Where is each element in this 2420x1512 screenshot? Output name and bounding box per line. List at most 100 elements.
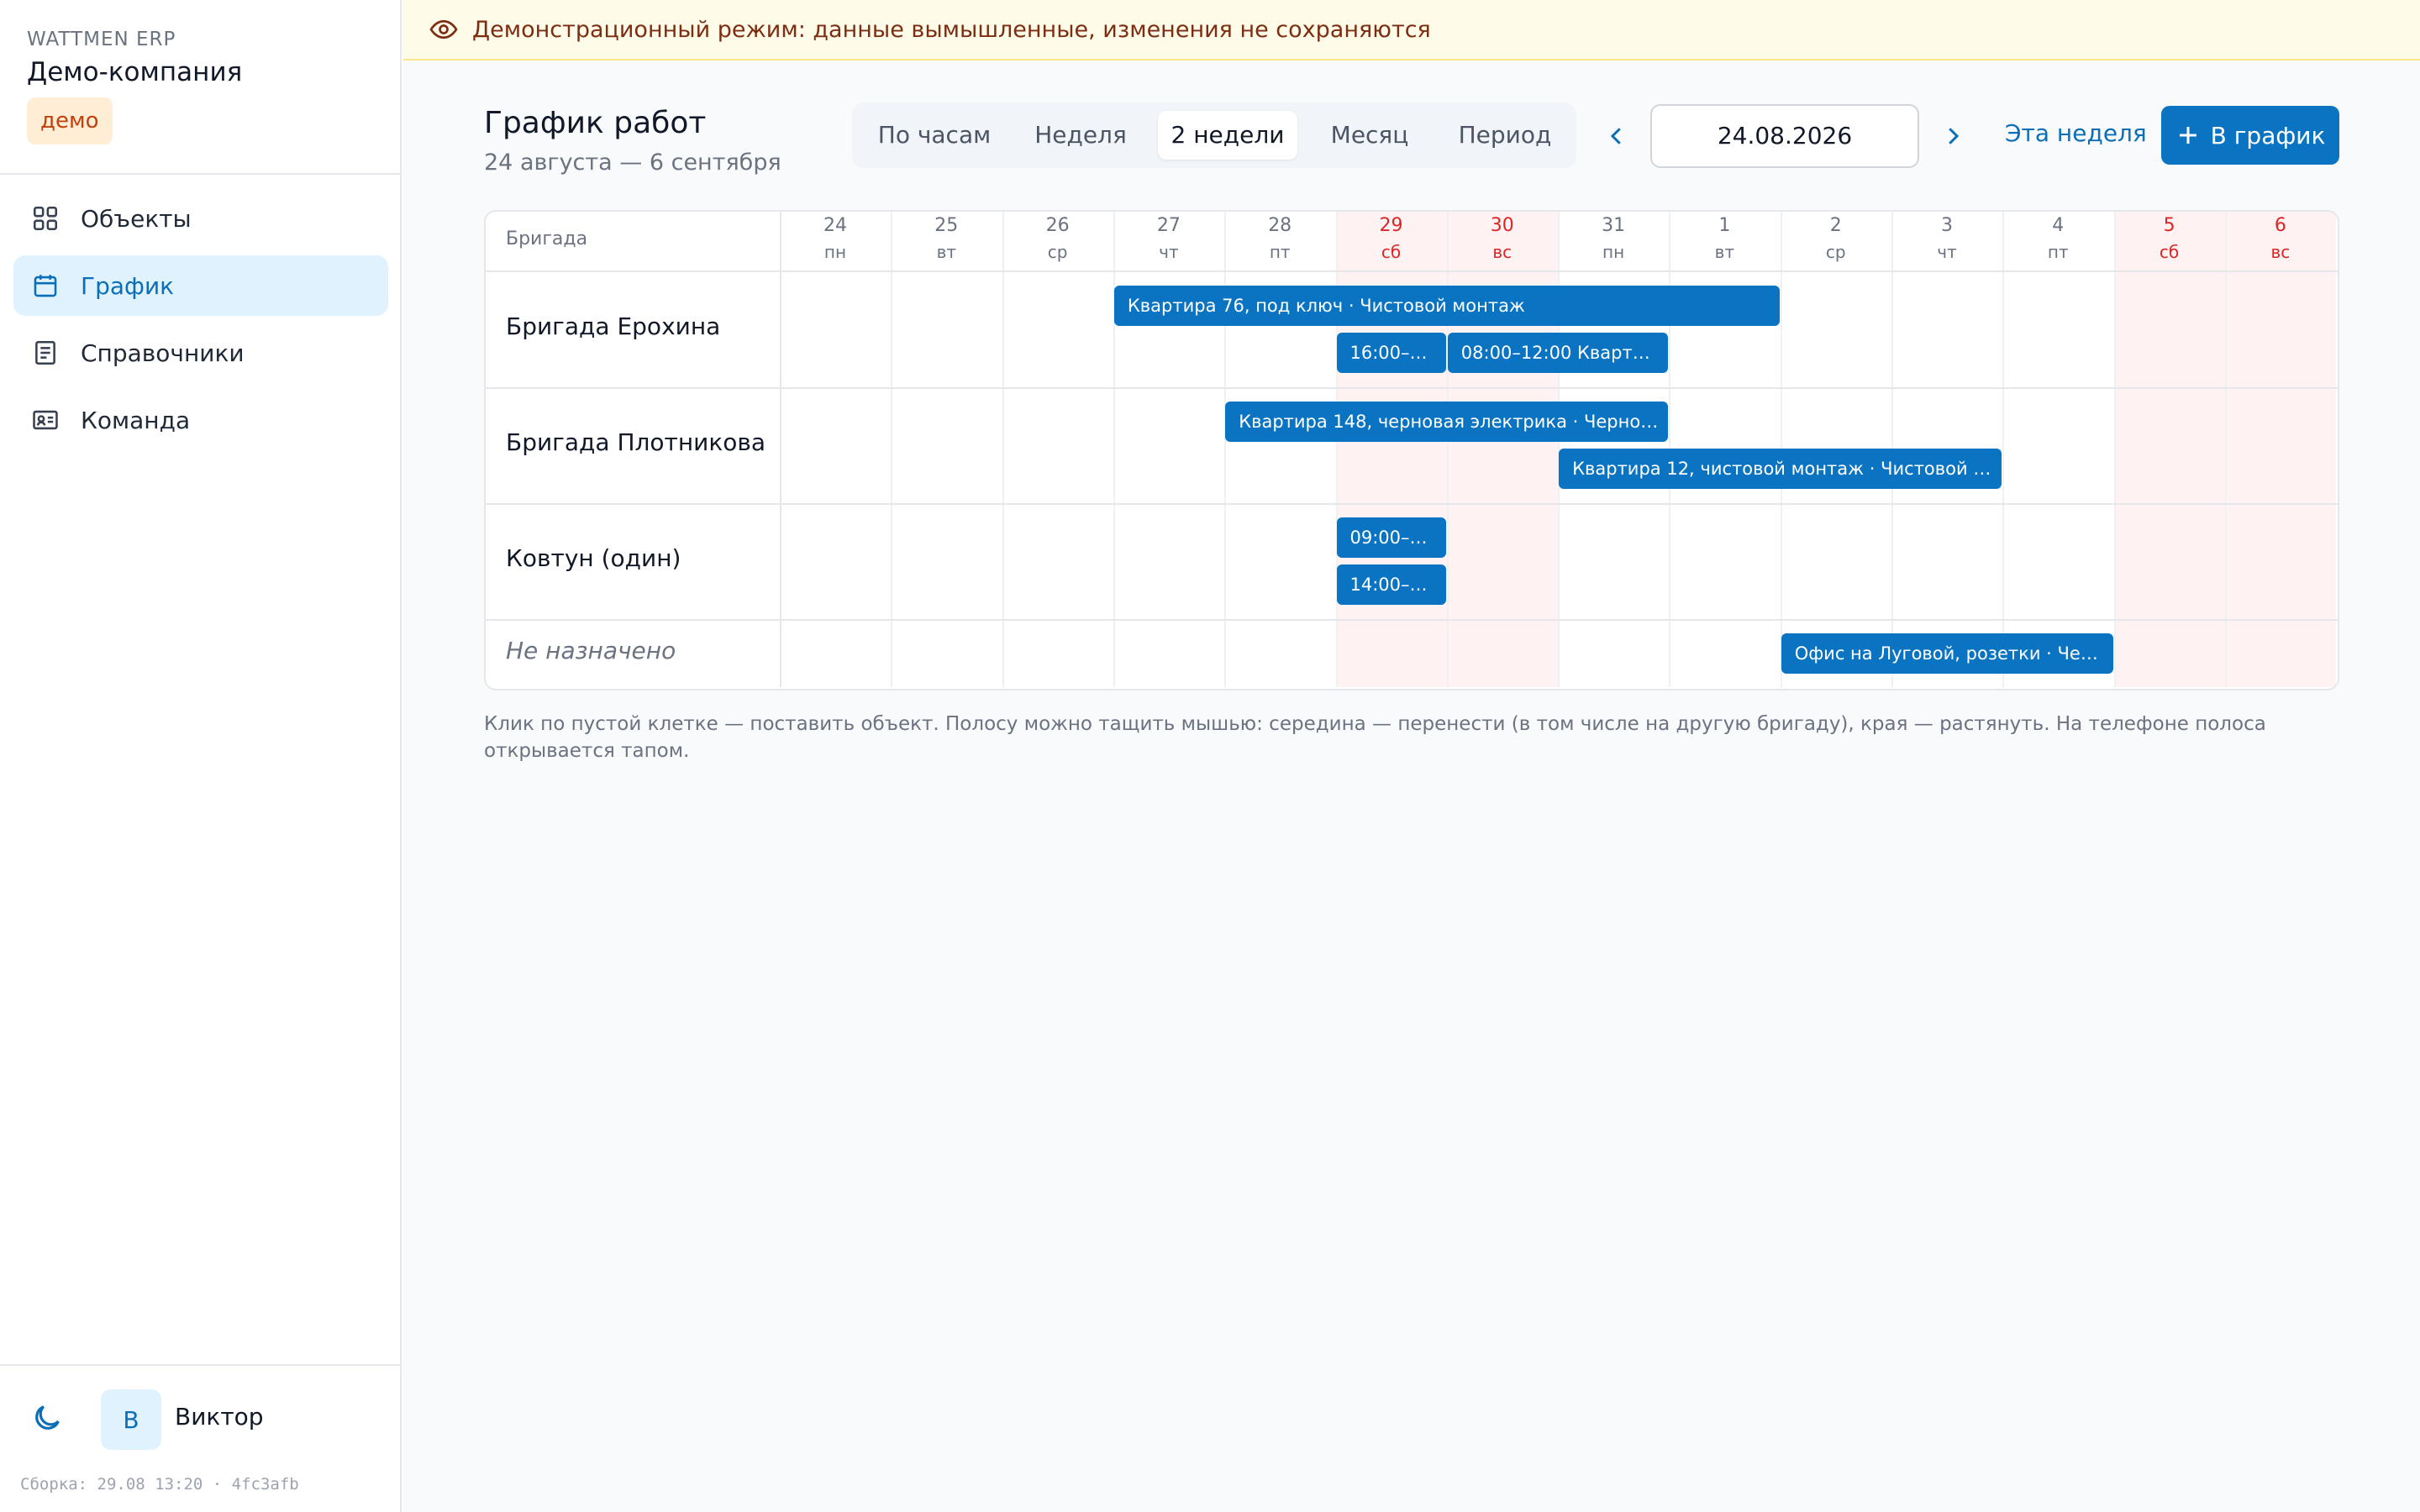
view-month[interactable]: Месяц	[1306, 111, 1434, 160]
add-button-label: В график	[2210, 121, 2326, 150]
page-subtitle: 24 августа — 6 сентября	[484, 150, 781, 176]
this-week-link[interactable]: Эта неделя	[2005, 119, 2147, 147]
schedule-cell[interactable]	[2002, 272, 2113, 388]
schedule-bar[interactable]: Квартира 12, чистовой монтаж · Чистовой …	[1559, 449, 2002, 489]
schedule-cell[interactable]	[1558, 504, 1669, 620]
plus-icon	[2179, 127, 2196, 144]
eye-icon	[429, 19, 458, 39]
schedule-cell[interactable]	[1447, 620, 1558, 687]
view-week[interactable]: Неделя	[1017, 111, 1144, 160]
schedule-cell[interactable]	[2225, 620, 2336, 687]
schedule-cell[interactable]	[780, 504, 891, 620]
sidebar-nav: Объекты График Справочники Команда	[13, 188, 388, 457]
sidebar-divider	[0, 173, 402, 175]
user-name[interactable]: Виктор	[175, 1403, 264, 1431]
add-to-schedule-button[interactable]: В график	[2161, 106, 2339, 165]
day-weekday: пн	[1602, 242, 1625, 262]
schedule-cell[interactable]	[2225, 272, 2336, 388]
schedule-cell[interactable]	[891, 388, 1002, 504]
sidebar-item-references[interactable]: Справочники	[13, 323, 388, 383]
schedule-cell[interactable]	[2114, 272, 2225, 388]
day-weekday: чт	[1159, 242, 1179, 262]
sidebar-item-label: График	[81, 271, 175, 300]
next-period-button[interactable]	[1936, 118, 1970, 155]
schedule-cell[interactable]	[2114, 620, 2225, 687]
grid-icon	[30, 203, 60, 234]
schedule-cell[interactable]	[1113, 620, 1224, 687]
day-number: 6	[2274, 215, 2286, 236]
schedule-cell[interactable]	[1891, 272, 2002, 388]
view-period[interactable]: Период	[1442, 111, 1568, 160]
schedule-bar[interactable]: 16:00–…	[1336, 333, 1446, 373]
schedule-cell[interactable]	[891, 272, 1002, 388]
schedule-cell[interactable]	[2114, 388, 2225, 504]
schedule-cell[interactable]	[2002, 504, 2113, 620]
schedule-cell[interactable]	[780, 272, 891, 388]
schedule-bar[interactable]: Квартира 76, под ключ · Чистовой монтаж	[1113, 286, 1780, 326]
day-number: 4	[2052, 215, 2065, 236]
day-weekday: ср	[1825, 242, 1846, 262]
schedule-cell[interactable]	[1002, 388, 1113, 504]
schedule-cell[interactable]	[2225, 388, 2336, 504]
brigade-column-header: Бригада	[506, 228, 588, 249]
schedule-cell[interactable]	[1113, 388, 1224, 504]
avatar[interactable]: В	[101, 1389, 161, 1450]
id-card-icon	[30, 405, 60, 435]
demo-banner: Демонстрационный режим: данные вымышленн…	[403, 0, 2420, 60]
day-number: 1	[1718, 215, 1731, 236]
schedule-cell[interactable]	[1669, 620, 1780, 687]
schedule-cell[interactable]	[1113, 504, 1224, 620]
day-weekday: сб	[1381, 242, 1402, 262]
schedule-cell[interactable]	[1002, 620, 1113, 687]
schedule-cell[interactable]	[780, 388, 891, 504]
schedule-bar[interactable]: Офис на Луговой, розетки · Чер…	[1781, 633, 2113, 674]
day-weekday: чт	[1937, 242, 1957, 262]
schedule-bar[interactable]: 08:00–12:00 Кварт…	[1447, 333, 1669, 373]
row-label-brigade: Ковтун (один)	[506, 544, 681, 572]
schedule-cell[interactable]	[2114, 504, 2225, 620]
demo-badge: демо	[27, 97, 113, 144]
schedule-cell[interactable]	[891, 504, 1002, 620]
schedule-cell[interactable]	[1669, 504, 1780, 620]
sidebar-item-schedule[interactable]: График	[13, 255, 388, 316]
day-number: 24	[823, 215, 847, 236]
date-input[interactable]: 24.08.2026	[1650, 104, 1919, 168]
schedule-cell[interactable]	[1224, 504, 1335, 620]
day-number: 31	[1602, 215, 1626, 236]
brand-name: WATTMEN ERP	[27, 29, 176, 50]
schedule-cell[interactable]	[2002, 388, 2113, 504]
schedule-cell[interactable]	[1891, 504, 2002, 620]
moon-icon[interactable]	[30, 1401, 64, 1435]
day-weekday: пт	[2047, 242, 2069, 262]
schedule-bar[interactable]: Квартира 148, черновая электрика · Черно…	[1225, 402, 1669, 442]
sidebar-item-label: Справочники	[81, 339, 245, 367]
calendar-icon	[30, 270, 60, 301]
day-number: 25	[934, 215, 959, 236]
schedule-cell[interactable]	[1002, 272, 1113, 388]
page-title: График работ	[484, 106, 707, 140]
schedule-cell[interactable]	[1447, 504, 1558, 620]
day-weekday: вс	[1492, 242, 1512, 262]
schedule-cell[interactable]	[780, 620, 891, 687]
chevron-right-icon	[1949, 128, 1960, 144]
schedule-cell[interactable]	[891, 620, 1002, 687]
schedule-cell[interactable]	[1781, 272, 1891, 388]
schedule-cell[interactable]	[1781, 504, 1891, 620]
sidebar-item-team[interactable]: Команда	[13, 390, 388, 450]
schedule-bar[interactable]: 14:00–…	[1336, 564, 1446, 605]
usage-hint: Клик по пустой клетке — поставить объект…	[484, 713, 2266, 762]
view-hourly[interactable]: По часам	[860, 111, 1008, 160]
schedule-bar[interactable]: 09:00–…	[1336, 517, 1446, 558]
day-number: 30	[1490, 215, 1514, 236]
view-two-weeks[interactable]: 2 недели	[1158, 111, 1297, 160]
schedule-cell[interactable]	[1224, 620, 1335, 687]
chevron-left-icon	[1610, 128, 1621, 144]
schedule-cell[interactable]	[1002, 504, 1113, 620]
sidebar-item-label: Команда	[81, 406, 191, 434]
schedule-cell[interactable]	[2225, 504, 2336, 620]
sidebar: WATTMEN ERP Демо-компания демо Объекты Г…	[0, 0, 402, 1512]
schedule-cell[interactable]	[1336, 620, 1447, 687]
schedule-cell[interactable]	[1558, 620, 1669, 687]
prev-period-button[interactable]	[1600, 118, 1634, 155]
sidebar-item-objects[interactable]: Объекты	[13, 188, 388, 249]
